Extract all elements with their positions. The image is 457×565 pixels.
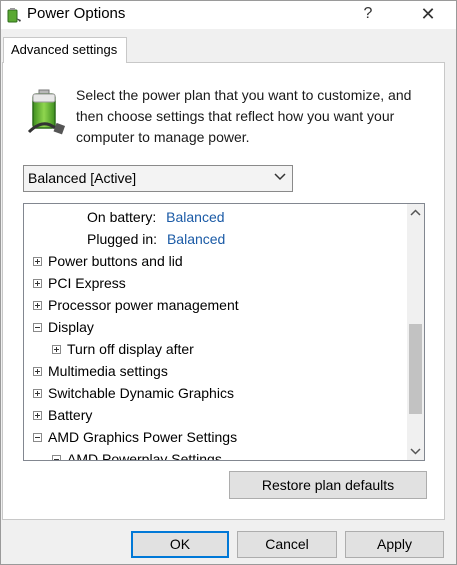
expand-icon[interactable] xyxy=(33,366,42,376)
expand-icon[interactable] xyxy=(33,256,42,266)
apply-button[interactable]: Apply xyxy=(345,531,444,558)
list-item-plugged-in[interactable]: Plugged in: Balanced xyxy=(87,228,225,250)
list-item-label: PCI Express xyxy=(48,275,126,291)
scroll-up-icon[interactable] xyxy=(407,204,424,221)
settings-tree[interactable]: On battery: Balanced Plugged in: Balance… xyxy=(23,203,425,461)
list-item-turn-off-display[interactable]: Turn off display after xyxy=(52,338,194,360)
window-title: Power Options xyxy=(27,5,126,22)
list-item-on-battery[interactable]: On battery: Balanced xyxy=(87,206,225,228)
power-plan-value: Balanced [Active] xyxy=(28,170,137,186)
restore-plan-defaults-button[interactable]: Restore plan defaults xyxy=(229,471,427,499)
list-item-battery[interactable]: Battery xyxy=(33,404,92,426)
collapse-icon[interactable] xyxy=(33,432,42,442)
scroll-thumb[interactable] xyxy=(409,324,422,414)
on-battery-label: On battery: xyxy=(87,209,157,225)
cancel-button[interactable]: Cancel xyxy=(237,531,337,558)
close-button[interactable]: ✕ xyxy=(405,1,451,29)
plugged-in-label: Plugged in: xyxy=(87,231,158,247)
ok-button[interactable]: OK xyxy=(131,531,229,558)
collapse-icon[interactable] xyxy=(33,322,42,332)
list-item-label: Switchable Dynamic Graphics xyxy=(48,385,234,401)
list-item-pci-express[interactable]: PCI Express xyxy=(33,272,126,294)
list-item-label: Processor power management xyxy=(48,297,239,313)
chevron-down-icon xyxy=(274,173,286,181)
expand-icon[interactable] xyxy=(33,388,42,398)
tree-scrollbar[interactable] xyxy=(407,204,424,460)
title-bar: Power Options ? ✕ xyxy=(1,1,456,29)
list-item-amd-powerplay[interactable]: AMD Powerplay Settings xyxy=(52,448,222,461)
power-options-window: Power Options ? ✕ Advanced settings Sele… xyxy=(0,0,457,565)
list-item-label: Multimedia settings xyxy=(48,363,168,379)
list-item-multimedia[interactable]: Multimedia settings xyxy=(33,360,168,382)
power-plan-dropdown[interactable]: Balanced [Active] xyxy=(23,165,293,192)
plugged-in-value-link[interactable]: Balanced xyxy=(167,231,225,247)
list-item-label: Battery xyxy=(48,407,93,423)
help-button[interactable]: ? xyxy=(345,1,391,29)
scroll-down-icon[interactable] xyxy=(407,443,424,460)
expand-icon[interactable] xyxy=(33,278,42,288)
collapse-icon[interactable] xyxy=(52,454,61,460)
battery-plug-icon xyxy=(27,89,66,135)
list-item-label: Display xyxy=(48,319,94,335)
list-item-power-buttons[interactable]: Power buttons and lid xyxy=(33,250,183,272)
list-item-display[interactable]: Display xyxy=(33,316,94,338)
advanced-settings-panel: Select the power plan that you want to c… xyxy=(2,62,445,520)
list-item-label: AMD Powerplay Settings xyxy=(67,451,222,461)
list-item-processor-power[interactable]: Processor power management xyxy=(33,294,239,316)
tab-advanced-settings[interactable]: Advanced settings xyxy=(3,37,127,63)
expand-icon[interactable] xyxy=(33,410,42,420)
list-item-amd-graphics-power[interactable]: AMD Graphics Power Settings xyxy=(33,426,237,448)
intro-text: Select the power plan that you want to c… xyxy=(76,87,412,145)
power-options-icon xyxy=(7,8,21,23)
expand-icon[interactable] xyxy=(52,344,61,354)
list-item-switchable-graphics[interactable]: Switchable Dynamic Graphics xyxy=(33,382,234,404)
list-item-label: Power buttons and lid xyxy=(48,253,183,269)
list-item-label: AMD Graphics Power Settings xyxy=(48,429,238,445)
expand-icon[interactable] xyxy=(33,300,42,310)
list-item-label: Turn off display after xyxy=(67,341,194,357)
on-battery-value-link[interactable]: Balanced xyxy=(166,209,224,225)
